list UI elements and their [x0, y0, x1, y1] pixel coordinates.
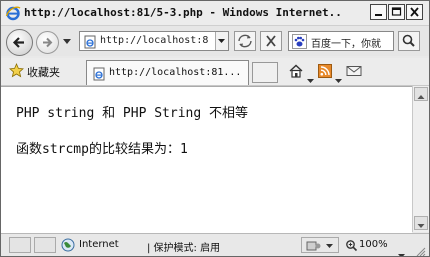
status-bar: Internet | 保护模式: 启用 100%: [1, 233, 429, 256]
protected-mode-status: | 保护模式: 启用: [147, 243, 221, 254]
resize-grip[interactable]: [415, 242, 426, 256]
rss-feed-icon[interactable]: [318, 63, 332, 81]
address-bar[interactable]: http://localhost:8: [79, 31, 229, 51]
close-icon: [266, 35, 276, 47]
chevron-up-icon: [417, 95, 425, 99]
chevron-down-icon: [218, 39, 225, 43]
tab-current-page[interactable]: http://localhost:81...: [86, 60, 249, 85]
back-button[interactable]: [6, 29, 33, 56]
page-icon: [92, 66, 106, 85]
add-ons-icon: [306, 241, 333, 251]
status-pane: [9, 237, 31, 253]
read-mail-icon[interactable]: [346, 63, 362, 81]
address-url: http://localhost:8: [100, 35, 209, 46]
stop-button[interactable]: [260, 31, 282, 51]
search-box[interactable]: 百度一下，你就: [288, 31, 394, 51]
title-bar: http://localhost:81/5-3.php - Windows In…: [1, 1, 429, 26]
favorites-bar: 收藏夹 http://localhost:81...: [1, 58, 429, 86]
globe-icon: [61, 238, 75, 255]
search-input[interactable]: 百度一下，你就: [311, 35, 381, 50]
home-dropdown-icon[interactable]: [307, 69, 314, 87]
feeds-dropdown-icon[interactable]: [335, 69, 342, 87]
minimize-button[interactable]: [370, 4, 387, 20]
zone-label: Internet: [79, 239, 119, 250]
favorites-label: 收藏夹: [27, 66, 60, 79]
strcmp-result: 函数strcmp的比较结果为：1: [16, 142, 188, 157]
star-icon: [9, 62, 24, 81]
baidu-paw-icon: [292, 34, 307, 50]
new-tab-button[interactable]: [252, 62, 278, 83]
browser-window: http://localhost:81/5-3.php - Windows In…: [0, 0, 430, 257]
ie-logo-icon: [5, 5, 21, 21]
maximize-button[interactable]: [388, 4, 405, 20]
page-icon: [83, 34, 97, 53]
forward-arrow-icon: [43, 37, 53, 48]
compatibility-view-icon: [238, 34, 252, 48]
close-window-button[interactable]: [406, 4, 423, 20]
chevron-down-icon: [417, 224, 425, 228]
vertical-scrollbar[interactable]: [412, 86, 429, 232]
navigation-bar: http://localhost:8 百度一下，你就: [1, 26, 429, 56]
address-dropdown-button[interactable]: [215, 32, 228, 50]
back-arrow-icon: [12, 37, 24, 48]
add-ons-status-button[interactable]: [301, 237, 339, 253]
recent-pages-dropdown-icon[interactable]: [63, 39, 71, 44]
magnifier-icon: [345, 239, 358, 255]
scroll-up-button[interactable]: [414, 87, 428, 101]
zoom-level: 100%: [359, 239, 388, 250]
forward-button[interactable]: [36, 31, 59, 54]
comparison-message: PHP string 和 PHP String 不相等: [16, 106, 249, 121]
window-title: http://localhost:81/5-3.php - Windows In…: [24, 6, 344, 19]
compatibility-view-button[interactable]: [234, 31, 256, 51]
tab-title: http://localhost:81...: [109, 67, 242, 78]
page-content: PHP string 和 PHP String 不相等 函数strcmp的比较结…: [1, 86, 412, 233]
status-pane: [34, 237, 56, 253]
search-button[interactable]: [398, 31, 420, 51]
search-icon: [402, 34, 415, 47]
home-icon[interactable]: [288, 63, 304, 81]
scroll-down-button[interactable]: [414, 216, 428, 230]
zoom-dropdown-icon[interactable]: [398, 244, 405, 256]
